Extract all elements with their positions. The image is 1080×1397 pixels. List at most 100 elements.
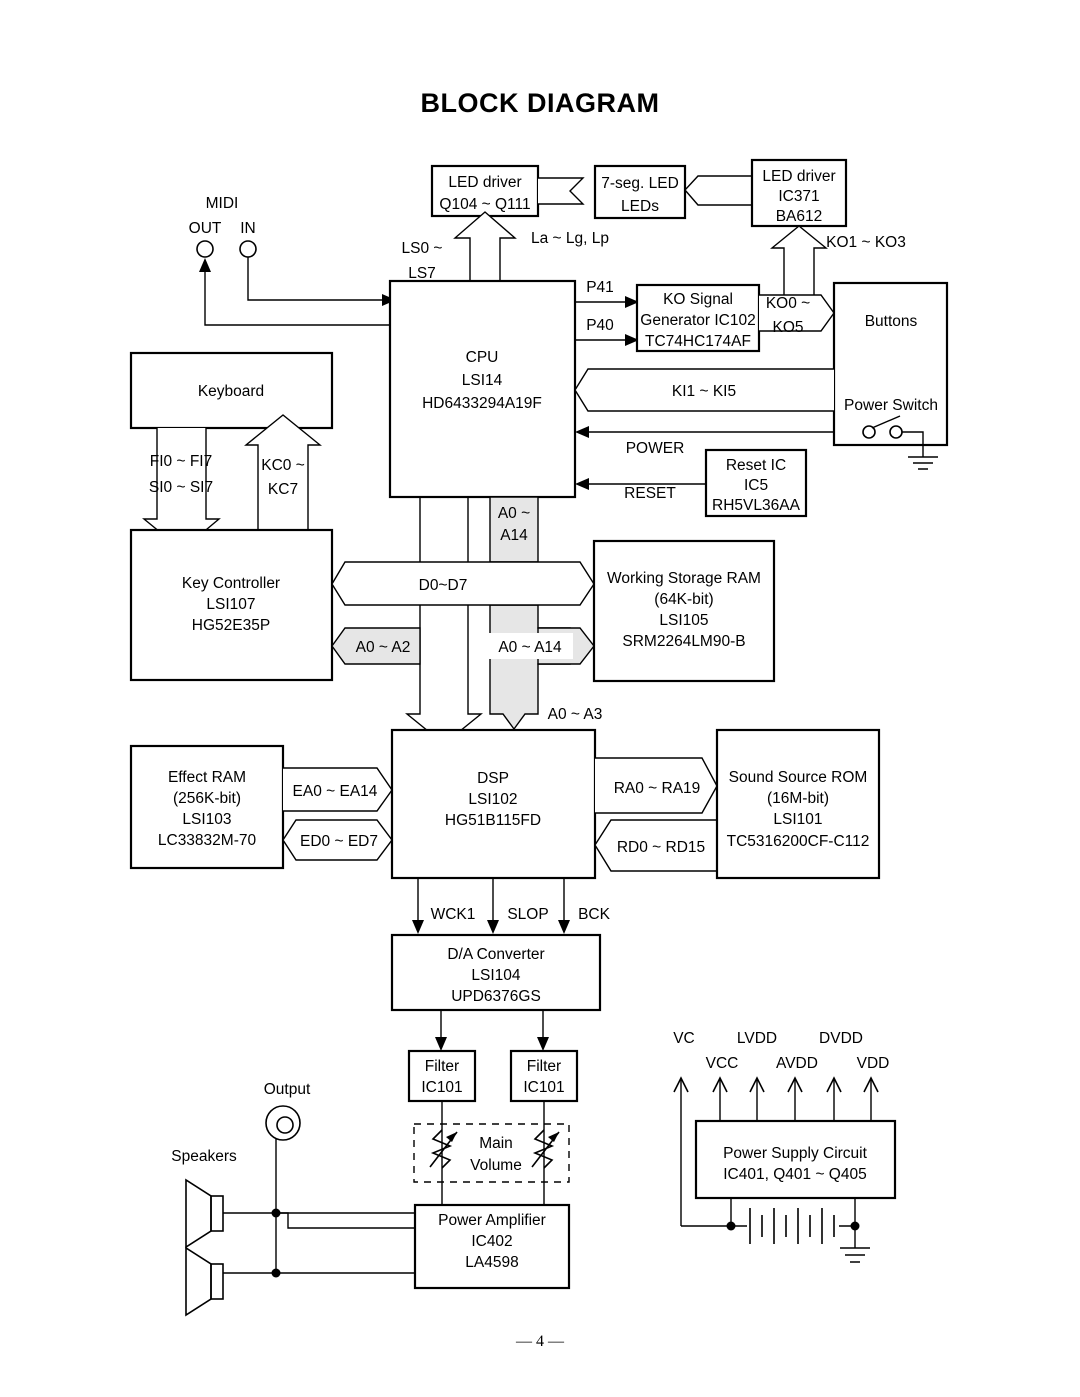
led-driver-left-line2: Q104 ~ Q111 <box>439 196 530 213</box>
power-supply-block: Power Supply Circuit IC401, Q401 ~ Q405 <box>694 1119 897 1200</box>
ko0-ko5-bus: KO0 ~ KO5 <box>759 294 835 336</box>
working-ram-line1: Working Storage RAM <box>607 570 761 587</box>
main-volume-line1: Main <box>479 1135 513 1152</box>
rd-bus: RD0 ~ RD15 <box>594 819 717 872</box>
ko1-ko3-bus-arrow <box>770 225 828 300</box>
working-ram-line3: LSI105 <box>659 612 708 629</box>
working-ram-line2: (64K-bit) <box>654 591 713 608</box>
volume-right-arrow-head-icon <box>548 1132 559 1142</box>
p40-signal: P40 <box>575 317 639 346</box>
a0-a2-bus: A0 ~ A2 <box>331 627 421 665</box>
effect-ram-block: Effect RAM (256K-bit) LSI103 LC33832M-70 <box>129 744 285 870</box>
kc-bus: KC0 ~ KC7 <box>244 414 322 530</box>
midi-out-wire <box>204 262 390 326</box>
battery-left-wire <box>681 1198 732 1227</box>
main-volume-line2: Volume <box>470 1157 522 1174</box>
led-driver-right-line3: BA612 <box>776 208 823 225</box>
right-led-bus-arrow <box>684 175 752 206</box>
ls-bus-label-2: LS7 <box>408 265 436 282</box>
effect-ram-line4: LC33832M-70 <box>158 832 257 849</box>
ki-bus: KI1 ~ KI5 <box>574 368 834 412</box>
ko-gen-line1: KO Signal <box>663 291 733 308</box>
wck1-label: WCK1 <box>431 906 476 923</box>
key-controller-line3: HG52E35P <box>192 617 270 634</box>
bck-arrow-icon <box>558 920 570 934</box>
reset-signal: RESET <box>575 478 706 502</box>
effect-ram-line2: (256K-bit) <box>173 790 241 807</box>
key-controller-block: Key Controller LSI107 HG52E35P <box>129 528 334 682</box>
dvdd-label: DVDD <box>819 1030 863 1047</box>
filter-right-line1: Filter <box>527 1058 561 1075</box>
a0-a3-label: A0 ~ A3 <box>548 706 603 723</box>
power-supply-line1: Power Supply Circuit <box>723 1145 868 1162</box>
a0-a14-horizontal-bus: A0 ~ A14 <box>487 627 595 665</box>
dac-block: D/A Converter LSI104 UPD6376GS <box>390 933 602 1012</box>
working-ram-line4: SRM2264LM90-B <box>622 633 745 650</box>
ground-symbol-supply-icon <box>840 1247 870 1263</box>
speaker-top-body-icon <box>210 1195 224 1232</box>
p41-signal: P41 <box>575 279 639 308</box>
speaker-top-cone-icon <box>185 1178 212 1249</box>
filter-left-line1: Filter <box>425 1058 459 1075</box>
dac-line3: UPD6376GS <box>451 988 541 1005</box>
midi-out-label: OUT <box>189 220 222 237</box>
ra-bus: RA0 ~ RA19 <box>595 757 718 814</box>
p40-label: P40 <box>586 317 614 334</box>
a0-a14-top-label-2: A14 <box>500 527 528 544</box>
keyboard-label: Keyboard <box>198 383 264 400</box>
output-jack-outer-icon <box>265 1105 301 1141</box>
led-driver-right-block: LED driver IC371 BA612 <box>750 158 848 228</box>
led-driver-right-line2: IC371 <box>778 188 819 205</box>
power-supply-line2: IC401, Q401 ~ Q405 <box>723 1166 866 1183</box>
working-ram-box <box>592 539 776 683</box>
dac-right-arrow-icon <box>537 1037 549 1051</box>
fi-bus-label-2: SI0 ~ SI7 <box>149 479 213 496</box>
wck1-arrow-icon <box>412 920 424 934</box>
ls-bus-arrow <box>453 211 517 282</box>
ko0-ko5-label-2: KO5 <box>772 319 803 336</box>
filter-left-block: Filter IC101 <box>407 1049 477 1103</box>
fi-bus-label-1: FI0 ~ FI7 <box>150 453 212 470</box>
sound-rom-line1: Sound Source ROM <box>729 769 868 786</box>
ea-bus: EA0 ~ EA14 <box>283 767 393 812</box>
ki-bus-label: KI1 ~ KI5 <box>672 383 736 400</box>
vcc-label: VCC <box>706 1055 739 1072</box>
cpu-line1: CPU <box>466 349 499 366</box>
dsp-line3: HG51B115FD <box>445 812 541 829</box>
cpu-line2: LSI14 <box>462 372 503 389</box>
speaker-bottom-body-icon <box>210 1263 224 1300</box>
midi-label: MIDI <box>206 195 239 212</box>
seven-seg-led-block: 7-seg. LED LEDs <box>593 164 687 220</box>
right-led-bus <box>684 175 752 206</box>
key-controller-line1: Key Controller <box>182 575 280 592</box>
ea-bus-label: EA0 ~ EA14 <box>293 783 378 800</box>
speakers-group: Speakers <box>171 1148 415 1317</box>
ko-gen-line2: Generator IC102 <box>640 312 755 329</box>
rd-bus-label: RD0 ~ RD15 <box>617 839 705 856</box>
buttons-block: Buttons Power Switch <box>832 281 949 470</box>
sound-source-rom-block: Sound Source ROM (16M-bit) LSI101 TC5316… <box>715 728 881 880</box>
led-driver-left-block: LED driver Q104 ~ Q111 <box>430 164 540 218</box>
midi-out-jack-icon <box>196 240 214 258</box>
sound-rom-line2: (16M-bit) <box>767 790 829 807</box>
filter-right-line2: IC101 <box>523 1079 564 1096</box>
la-lg-label: La ~ Lg, Lp <box>531 230 609 247</box>
power-amplifier-block: Power Amplifier IC402 LA4598 <box>413 1203 571 1290</box>
ground-symbol-switch-icon <box>908 456 938 470</box>
lvdd-label: LVDD <box>737 1030 777 1047</box>
power-amp-line2: IC402 <box>471 1233 512 1250</box>
reset-ic-block: Reset IC IC5 RH5VL36AA <box>704 448 808 518</box>
kc-bus-label-2: KC7 <box>268 481 298 498</box>
key-controller-line2: LSI107 <box>206 596 255 613</box>
ra-bus-label: RA0 ~ RA19 <box>614 780 701 797</box>
seven-seg-line2: LEDs <box>621 198 659 215</box>
midi-out-arrow-icon <box>199 258 211 272</box>
midi-in-label: IN <box>240 220 256 237</box>
reset-ic-line1: Reset IC <box>726 457 786 474</box>
a0-a2-label: A0 ~ A2 <box>356 639 411 656</box>
buttons-label: Buttons <box>865 313 918 330</box>
ko1-ko3-label: KO1 ~ KO3 <box>826 234 906 251</box>
data-bus-vertical <box>405 497 483 745</box>
cpu-block: CPU LSI14 HD6433294A19F <box>388 279 577 499</box>
midi-in-jack-icon <box>239 240 257 258</box>
